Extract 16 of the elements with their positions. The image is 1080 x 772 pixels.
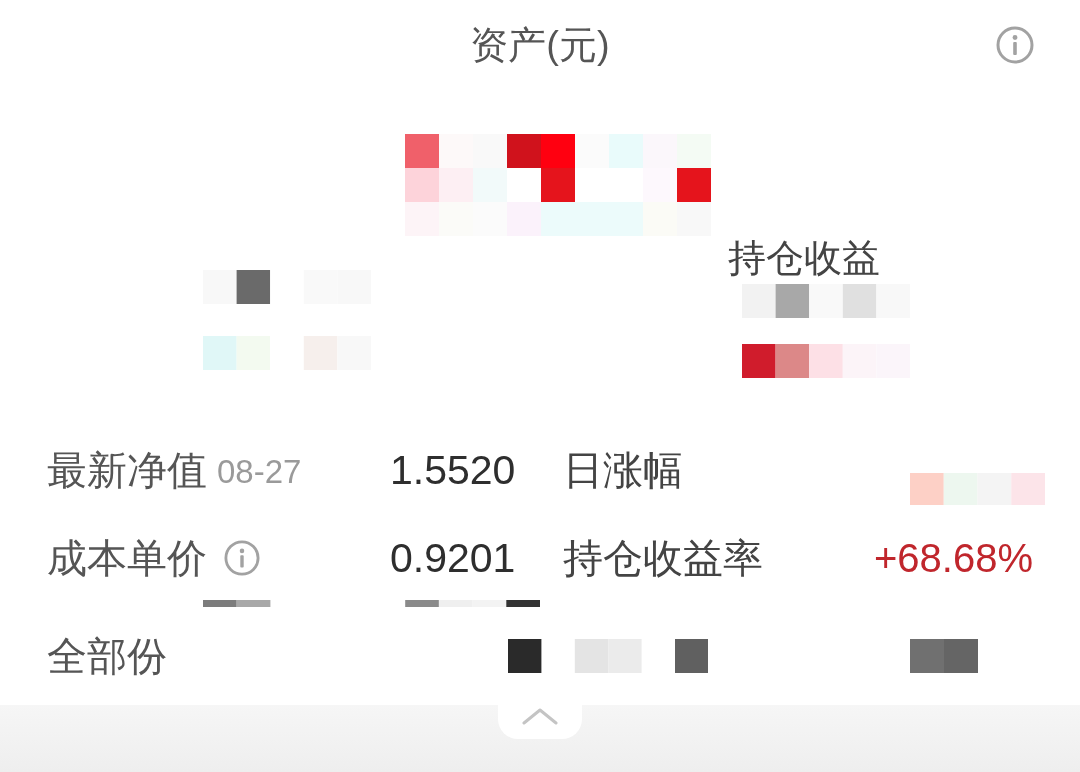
holding-profit-label: 持仓收益: [728, 236, 880, 280]
value-text: +68.68%: [873, 535, 1033, 581]
row-label: 最新净值: [47, 447, 207, 493]
chevron-up-icon: [522, 707, 558, 725]
value-text: 1.5520: [390, 447, 517, 493]
pixelated-mosaic: [910, 639, 979, 673]
page-title: 资产(元): [470, 23, 610, 68]
row-label: 持仓收益率: [563, 535, 764, 581]
row-label: 成本单价: [47, 535, 207, 581]
date-text: 08-27: [217, 452, 302, 492]
row-label: 日涨幅: [563, 447, 684, 493]
info-icon[interactable]: [224, 540, 260, 576]
value-text: 0.9201: [390, 535, 517, 581]
collapse-button[interactable]: [498, 705, 582, 739]
info-icon[interactable]: [996, 26, 1034, 64]
row-label: 全部份: [47, 634, 167, 678]
